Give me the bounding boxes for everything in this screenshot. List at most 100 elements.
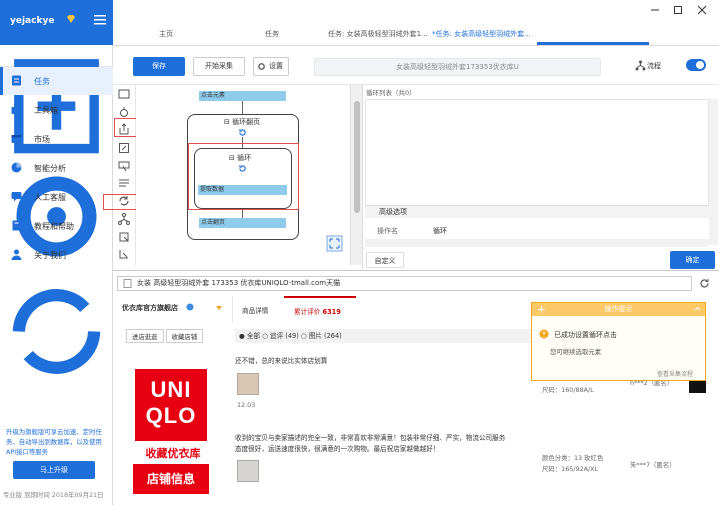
sidebar-toolbar [0, 45, 113, 374]
active-tab-indicator [537, 42, 649, 45]
operation-tip-popup: 操作提示 已成功设置循环点击 您可继续选取元素 查看采集流程 [531, 302, 706, 381]
flow-tool-palette [113, 85, 136, 265]
review-image[interactable] [237, 460, 259, 482]
canvas-scrollbar[interactable] [350, 85, 362, 265]
flow-connector [242, 209, 243, 218]
flow-icon [635, 60, 646, 71]
loop-page-label: 循环翻页 [232, 118, 261, 126]
favorite-shop-button[interactable]: 收藏店铺 [165, 329, 204, 343]
move-icon[interactable] [538, 306, 545, 313]
reload-icon[interactable] [699, 278, 710, 289]
switch-dropdown-icon[interactable] [118, 177, 130, 189]
review-text[interactable]: 收到的宝贝与卖家描述的完全一致，非常喜欢非常满意！包装非常仔细、严实，物流公司服… [235, 432, 505, 442]
review-date: 12.03 [237, 401, 256, 409]
sync-icon[interactable] [0, 275, 113, 388]
sidebar-item-label: 市场 [34, 135, 50, 144]
tab-task-1[interactable]: 任务: 女装高极轻型羽绒外套1... [328, 29, 428, 39]
settings-button[interactable]: 设置 [253, 57, 289, 76]
logo-line-1: UNI [150, 377, 192, 402]
click-icon[interactable] [118, 106, 130, 118]
save-button[interactable]: 保存 [133, 57, 185, 76]
review-count: 6319 [322, 308, 341, 316]
tab-home[interactable]: 主页 [159, 29, 173, 39]
upgrade-button[interactable]: 马上升级 [13, 461, 95, 479]
gear-icon [258, 63, 265, 70]
maximize-icon[interactable] [673, 5, 683, 15]
tab-product-detail[interactable]: 商品详情 [242, 305, 268, 315]
user-icon [11, 249, 22, 260]
logo-mark: UNI QLO [135, 369, 207, 441]
fit-view-icon[interactable] [326, 235, 343, 252]
task-tabs: 主页 任务 任务: 女装高极轻型羽绒外套1... *任务: 女装高级轻型羽绒外套… [113, 22, 719, 46]
collapse-icon[interactable] [694, 306, 701, 313]
review-color: 颜色分类：13 玫红色 [542, 454, 604, 462]
advanced-options-header[interactable]: 高级选项 [365, 205, 709, 218]
enter-shop-button[interactable]: 进店逛逛 [126, 329, 164, 343]
tab-reviews[interactable]: 累计评价 6319 [284, 296, 356, 323]
start-collect-button[interactable]: 开始采集 [193, 57, 245, 76]
book-icon [12, 220, 21, 231]
condition-icon[interactable] [118, 213, 130, 225]
review-image[interactable] [237, 373, 259, 395]
task-toolbar: 保存 开始采集 设置 女装高级轻型羽绒外套173353优衣库U 流程 [113, 47, 719, 85]
flow-node-click-page[interactable]: 点击翻页 [199, 218, 286, 228]
flow-node-click-element[interactable]: 点击元素 [199, 91, 286, 101]
sidebar-item-service[interactable]: 人工客服 [0, 183, 113, 211]
highlight-loop-block [188, 143, 299, 210]
sidebar-item-label: 智能分析 [34, 164, 66, 173]
sidebar-item-help[interactable]: 教程和帮助 [0, 212, 113, 240]
sidebar-item-about[interactable]: 关于我们 [0, 241, 113, 269]
sidebar-header: yejackye [0, 0, 113, 45]
input-text-icon[interactable] [118, 142, 130, 154]
shop-buttons: 进店逛逛 收藏店铺 [126, 329, 205, 343]
wait-icon[interactable] [118, 231, 130, 243]
plugin-icon[interactable] [118, 248, 130, 260]
popup-header[interactable]: 操作提示 [532, 303, 705, 316]
review-size: 尺码：165/92A/XL [542, 465, 599, 473]
close-icon[interactable] [697, 5, 707, 15]
properties-panel: 循环列表（共0） 高级选项 操作名 循环 自定义 确定 [362, 85, 719, 270]
view-flow-link[interactable]: 查看采集流程 [657, 369, 693, 378]
loop-refresh-icon [239, 129, 246, 136]
custom-button[interactable]: 自定义 [366, 252, 404, 268]
uniqlo-logo[interactable]: UNI QLO 收藏优衣库 店铺信息 [128, 368, 228, 503]
page-icon [123, 279, 132, 288]
sidebar-item-toolbox[interactable]: 工具箱 [0, 96, 113, 124]
review-user: 朱***7（匿名） [630, 461, 676, 469]
sidebar-item-analysis[interactable]: 智能分析 [0, 154, 113, 182]
sidebar-item-market[interactable]: 市场 [0, 125, 113, 153]
review-text-line2: 态度很好，运送速度很快，很满意的一次购物。最后祝店家越做越好！ [235, 445, 440, 453]
sidebar-item-label: 教程和帮助 [34, 222, 74, 231]
flow-toggle[interactable] [686, 59, 706, 71]
review-text[interactable]: 还不错，总的来说比实体店划算 [235, 355, 327, 365]
mouse-hover-icon[interactable] [118, 160, 130, 172]
popup-title: 操作提示 [604, 305, 633, 313]
chevron-down-icon[interactable] [216, 306, 222, 310]
highlight-extract-tool [114, 118, 138, 137]
panel-horizontal-scrollbar[interactable] [365, 239, 709, 247]
open-page-icon[interactable] [118, 88, 130, 100]
tab-task-current[interactable]: *任务: 女装高级轻型羽绒外套... [432, 29, 531, 39]
pie-chart-icon [11, 162, 22, 173]
operation-name-row: 操作名 循环 [365, 225, 709, 237]
minimize-icon[interactable] [650, 5, 660, 15]
loop-list[interactable] [365, 99, 709, 217]
loop-list-header: 循环列表（共0） [366, 89, 416, 97]
scrollbar-thumb[interactable] [354, 101, 360, 213]
popup-message: 已成功设置循环点击 [554, 331, 617, 339]
address-bar[interactable]: 女装 高级轻型羽绒外套 173353 优衣库UNIQLO-tmall.com天猫 [117, 276, 692, 291]
confirm-button[interactable]: 确定 [670, 251, 715, 269]
address-text: 女装 高级轻型羽绒外套 173353 优衣库UNIQLO-tmall.com天猫 [137, 279, 341, 287]
shop-info-box[interactable]: 店铺信息 [133, 464, 209, 494]
task-name-field[interactable]: 女装高级轻型羽绒外套173353优衣库U [314, 58, 601, 76]
license-expiry: 专业版 到期时间 2018年09月21日 [3, 491, 104, 499]
operation-name-value[interactable]: 循环 [433, 226, 447, 236]
shop-name[interactable]: 优衣库官方旗舰店 [122, 303, 178, 313]
sidebar-item-task[interactable]: 任务 [0, 67, 113, 95]
logo-line-2: QLO [145, 403, 197, 428]
sidebar-item-label: 人工客服 [34, 193, 66, 202]
panel-scrollbar[interactable] [709, 99, 718, 245]
tab-tasks[interactable]: 任务 [265, 29, 279, 39]
menu-icon[interactable] [94, 15, 106, 25]
username[interactable]: yejackye [10, 16, 54, 26]
